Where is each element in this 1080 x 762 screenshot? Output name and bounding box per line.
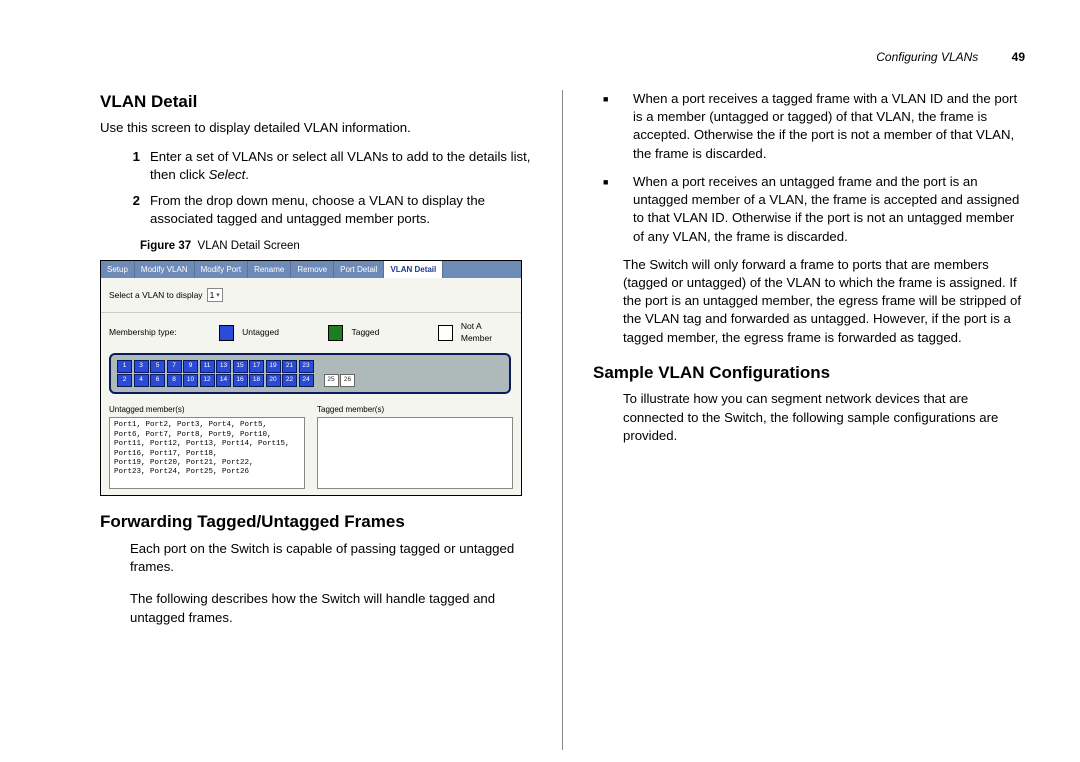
port-4[interactable]: 4 bbox=[134, 374, 149, 387]
step-1: 1 Enter a set of VLANs or select all VLA… bbox=[100, 148, 532, 184]
untagged-members-text: Port1, Port2, Port3, Port4, Port5, Port6… bbox=[109, 417, 305, 489]
bullet-icon: ■ bbox=[593, 173, 633, 246]
swatch-tagged bbox=[328, 325, 343, 341]
port-16[interactable]: 16 bbox=[233, 374, 248, 387]
port-8[interactable]: 8 bbox=[167, 374, 182, 387]
heading-sample-configs: Sample VLAN Configurations bbox=[593, 361, 1025, 384]
port-25[interactable]: 25 bbox=[324, 374, 339, 387]
port-24[interactable]: 24 bbox=[299, 374, 314, 387]
port-strip: 1357911131517192123 24681012141618202224… bbox=[109, 353, 511, 395]
heading-forwarding: Forwarding Tagged/Untagged Frames bbox=[100, 510, 532, 533]
tab-modify-vlan[interactable]: Modify VLAN bbox=[135, 261, 195, 278]
figure-caption: Figure 37 VLAN Detail Screen bbox=[140, 239, 532, 255]
switch-forwarding-para: The Switch will only forward a frame to … bbox=[593, 256, 1025, 347]
tagged-members-text bbox=[317, 417, 513, 489]
left-column: VLAN Detail Use this screen to display d… bbox=[100, 90, 532, 750]
tagged-members-box: Tagged member(s) bbox=[317, 404, 513, 489]
vlan-select-dropdown[interactable]: 1 bbox=[207, 288, 223, 302]
tab-setup[interactable]: Setup bbox=[101, 261, 135, 278]
vlan-detail-screenshot: Setup Modify VLAN Modify Port Rename Rem… bbox=[100, 260, 522, 496]
right-column: ■ When a port receives a tagged frame wi… bbox=[593, 90, 1025, 750]
chapter-title: Configuring VLANs bbox=[876, 50, 978, 64]
membership-legend: Membership type: Untagged Tagged Not A M… bbox=[109, 321, 513, 344]
tab-vlan-detail[interactable]: VLAN Detail bbox=[384, 261, 443, 278]
port-18[interactable]: 18 bbox=[249, 374, 264, 387]
port-2[interactable]: 2 bbox=[117, 374, 132, 387]
column-divider bbox=[562, 90, 563, 750]
port-14[interactable]: 14 bbox=[216, 374, 231, 387]
tab-remove[interactable]: Remove bbox=[291, 261, 334, 278]
tab-modify-port[interactable]: Modify Port bbox=[195, 261, 248, 278]
port-13[interactable]: 13 bbox=[216, 360, 231, 373]
bullet-tagged-frame: ■ When a port receives a tagged frame wi… bbox=[593, 90, 1025, 163]
membership-label: Membership type: bbox=[109, 327, 185, 339]
page-header: Configuring VLANs 49 bbox=[876, 50, 1025, 64]
port-17[interactable]: 17 bbox=[249, 360, 264, 373]
port-6[interactable]: 6 bbox=[150, 374, 165, 387]
port-1[interactable]: 1 bbox=[117, 360, 132, 373]
port-19[interactable]: 19 bbox=[266, 360, 281, 373]
port-11[interactable]: 11 bbox=[200, 360, 215, 373]
port-26[interactable]: 26 bbox=[340, 374, 355, 387]
forwarding-p2: The following describes how the Switch w… bbox=[100, 590, 532, 626]
port-12[interactable]: 12 bbox=[200, 374, 215, 387]
untagged-members-box: Untagged member(s) Port1, Port2, Port3, … bbox=[109, 404, 305, 489]
port-10[interactable]: 10 bbox=[183, 374, 198, 387]
frame-handling-bullets: ■ When a port receives a tagged frame wi… bbox=[593, 90, 1025, 246]
swatch-not-member bbox=[438, 325, 453, 341]
steps-list: 1 Enter a set of VLANs or select all VLA… bbox=[100, 148, 532, 229]
port-3[interactable]: 3 bbox=[134, 360, 149, 373]
tab-port-detail[interactable]: Port Detail bbox=[334, 261, 384, 278]
sample-configs-intro: To illustrate how you can segment networ… bbox=[593, 390, 1025, 445]
port-22[interactable]: 22 bbox=[282, 374, 297, 387]
port-15[interactable]: 15 bbox=[233, 360, 248, 373]
port-21[interactable]: 21 bbox=[282, 360, 297, 373]
vlan-detail-intro: Use this screen to display detailed VLAN… bbox=[100, 119, 532, 137]
page-number: 49 bbox=[1012, 50, 1025, 64]
step-2: 2 From the drop down menu, choose a VLAN… bbox=[100, 192, 532, 228]
port-20[interactable]: 20 bbox=[266, 374, 281, 387]
heading-vlan-detail: VLAN Detail bbox=[100, 90, 532, 113]
select-vlan-row: Select a VLAN to display 1 bbox=[109, 288, 513, 302]
tab-rename[interactable]: Rename bbox=[248, 261, 291, 278]
port-5[interactable]: 5 bbox=[150, 360, 165, 373]
bullet-icon: ■ bbox=[593, 90, 633, 163]
port-23[interactable]: 23 bbox=[299, 360, 314, 373]
swatch-untagged bbox=[219, 325, 234, 341]
port-7[interactable]: 7 bbox=[167, 360, 182, 373]
screenshot-tabs: Setup Modify VLAN Modify Port Rename Rem… bbox=[101, 261, 521, 278]
select-vlan-label: Select a VLAN to display bbox=[109, 290, 203, 302]
forwarding-p1: Each port on the Switch is capable of pa… bbox=[100, 540, 532, 576]
port-9[interactable]: 9 bbox=[183, 360, 198, 373]
bullet-untagged-frame: ■ When a port receives an untagged frame… bbox=[593, 173, 1025, 246]
